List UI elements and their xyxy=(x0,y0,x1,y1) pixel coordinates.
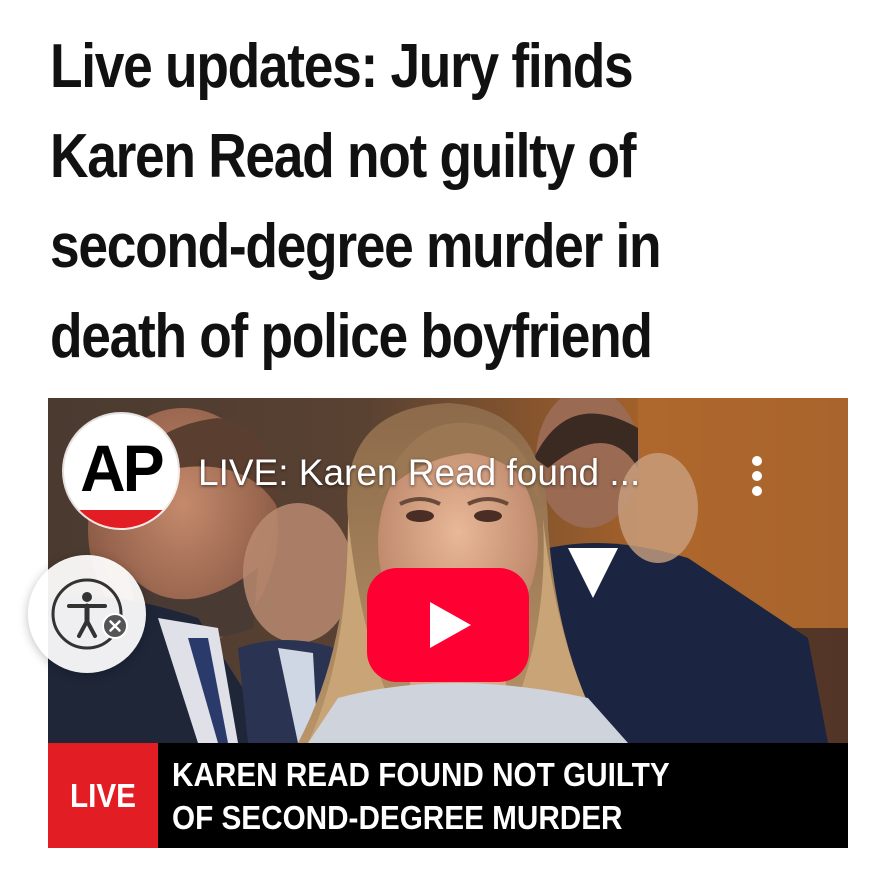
headline-line: Karen Read not guilty of xyxy=(50,122,637,191)
headline-line: Live updates: Jury finds xyxy=(50,32,634,101)
banner-line: OF SECOND-DEGREE MURDER xyxy=(172,799,623,836)
headline-line: death of police boyfriend xyxy=(50,302,653,371)
banner-line: KAREN READ FOUND NOT GUILTY xyxy=(172,756,670,793)
article-headline: Live updates: Jury finds Karen Read not … xyxy=(50,22,876,382)
banner-headline: KAREN READ FOUND NOT GUILTY OF SECOND-DE… xyxy=(172,753,802,839)
channel-logo-bar xyxy=(64,510,178,528)
more-vertical-icon[interactable] xyxy=(744,454,770,498)
live-news-banner: LIVE KAREN READ FOUND NOT GUILTY OF SECO… xyxy=(48,743,848,848)
video-player[interactable]: AP LIVE: Karen Read found ... LIVE KAREN… xyxy=(48,398,848,848)
live-badge-label: LIVE xyxy=(69,777,137,814)
headline-line: second-degree murder in xyxy=(50,212,662,281)
channel-logo-text: AP xyxy=(80,431,164,505)
accessibility-widget[interactable] xyxy=(28,555,146,673)
video-title[interactable]: LIVE: Karen Read found ... xyxy=(198,452,640,494)
youtube-play-icon[interactable] xyxy=(367,568,529,682)
close-icon[interactable] xyxy=(102,613,128,639)
channel-logo[interactable]: AP xyxy=(64,414,178,528)
live-badge: LIVE xyxy=(48,743,158,848)
